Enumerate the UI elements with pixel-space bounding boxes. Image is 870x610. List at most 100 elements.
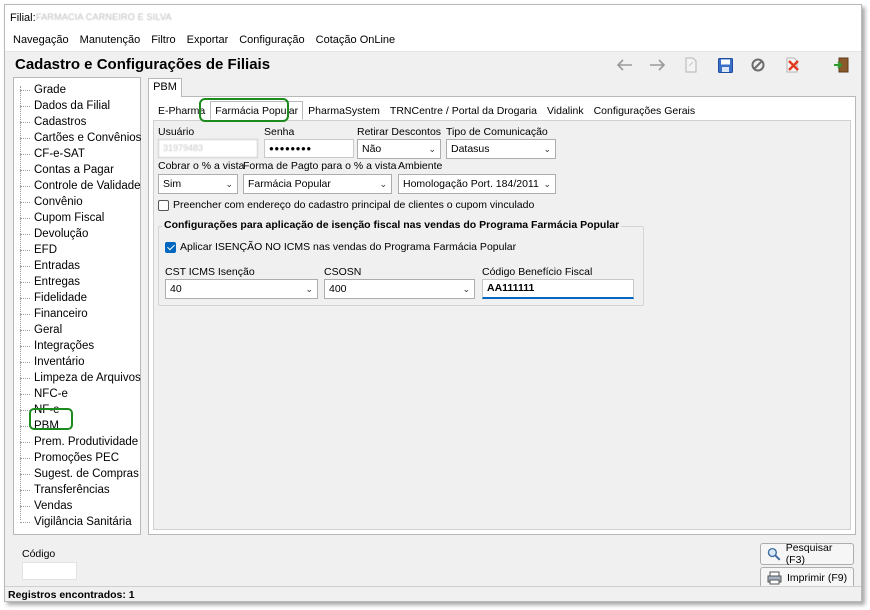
- senha-input[interactable]: ●●●●●●●●: [264, 139, 354, 158]
- menu-bar: Navegação Manutenção Filtro Exportar Con…: [5, 31, 861, 51]
- sidebar-item-cupom-fiscal[interactable]: Cupom Fiscal: [14, 210, 142, 226]
- isencao-fiscal-group-title: Configurações para aplicação de isenção …: [162, 219, 622, 231]
- cst-icms-label: CST ICMS Isenção: [165, 266, 255, 278]
- tab-vidalink[interactable]: Vidalink: [542, 101, 589, 120]
- sidebar-item-contas-a-pagar[interactable]: Contas a Pagar: [14, 162, 142, 178]
- retirar-descontos-value: Não: [362, 143, 382, 155]
- csosn-select[interactable]: 400 ⌄: [324, 279, 475, 299]
- senha-label: Senha: [264, 126, 295, 138]
- delete-icon[interactable]: [783, 57, 801, 73]
- sidebar-item-financeiro[interactable]: Financeiro: [14, 306, 142, 322]
- cst-icms-value: 40: [170, 283, 182, 295]
- tab-configuracoes-gerais[interactable]: Configurações Gerais: [589, 101, 701, 120]
- chevron-down-icon: ⌄: [225, 179, 233, 189]
- menu-manutencao[interactable]: Manutenção: [80, 31, 141, 51]
- sidebar-item-transferencias[interactable]: Transferências: [14, 482, 142, 498]
- sidebar-item-efd[interactable]: EFD: [14, 242, 142, 258]
- aplicar-isencao-label: Aplicar ISENÇÃO NO ICMS nas vendas do Pr…: [180, 241, 517, 253]
- pesquisar-label: Pesquisar (F3): [785, 542, 833, 566]
- sidebar-item-vendas[interactable]: Vendas: [14, 498, 142, 514]
- save-icon[interactable]: [716, 57, 734, 73]
- sidebar-item-convenio[interactable]: Convênio: [14, 194, 142, 210]
- arrow-right-icon[interactable]: [648, 57, 666, 73]
- sidebar-tree: Grade Dados da Filial Cadastros Cartões …: [13, 77, 141, 535]
- pesquisar-button[interactable]: Pesquisar (F3): [760, 542, 854, 566]
- new-document-icon[interactable]: [682, 57, 700, 73]
- bottom-bar: Código Pesquisar (F3) Imprimir (F9): [5, 535, 861, 591]
- page-title: Cadastro e Configurações de Filiais: [15, 56, 271, 73]
- csosn-value: 400: [329, 283, 347, 295]
- sidebar-item-vigilancia-sanitaria[interactable]: Vigilância Sanitária: [14, 514, 142, 530]
- tipo-comunicacao-value: Datasus: [451, 143, 490, 155]
- sidebar-item-sugest-de-compras[interactable]: Sugest. de Compras: [14, 466, 142, 482]
- sidebar-item-entregas[interactable]: Entregas: [14, 274, 142, 290]
- chevron-down-icon: ⌄: [305, 284, 313, 294]
- chevron-down-icon: ⌄: [428, 144, 436, 154]
- codigo-label: Código: [22, 548, 56, 560]
- menu-navegacao[interactable]: Navegação: [13, 31, 69, 51]
- chevron-down-icon: ⌄: [462, 284, 470, 294]
- pbm-subtabs: E-Pharma Farmácia Popular PharmaSystem T…: [153, 101, 700, 121]
- codigo-input[interactable]: [22, 562, 77, 580]
- menu-configuracao[interactable]: Configuração: [239, 31, 304, 51]
- tab-pbm[interactable]: PBM: [148, 78, 182, 97]
- tab-trncentre-portal-da-drogaria[interactable]: TRNCentre / Portal da Drogaria: [385, 101, 542, 120]
- usuario-label: Usuário: [158, 126, 195, 138]
- cst-icms-select[interactable]: 40 ⌄: [165, 279, 318, 299]
- sidebar-item-devolucao[interactable]: Devolução: [14, 226, 142, 242]
- exit-icon[interactable]: [832, 57, 850, 73]
- sidebar-item-fidelidade[interactable]: Fidelidade: [14, 290, 142, 306]
- sidebar-item-limpeza-de-arquivos[interactable]: Limpeza de Arquivos: [14, 370, 142, 386]
- sidebar-item-integracoes[interactable]: Integrações: [14, 338, 142, 354]
- aplicar-isencao-checkbox[interactable]: [165, 242, 176, 253]
- tipo-comunicacao-select[interactable]: Datasus ⌄: [446, 139, 556, 159]
- sidebar-item-grade[interactable]: Grade: [14, 82, 142, 98]
- sidebar-item-promocoes-pec[interactable]: Promoções PEC: [14, 450, 142, 466]
- sidebar-item-cadastros[interactable]: Cadastros: [14, 114, 142, 130]
- retirar-descontos-label: Retirar Descontos: [357, 126, 442, 138]
- printer-icon: [767, 571, 782, 585]
- main-window: Filial: FARMACIA CARNEIRO E SILVA Navega…: [4, 4, 862, 602]
- csosn-label: CSOSN: [324, 266, 362, 278]
- forma-pagto-select[interactable]: Farmácia Popular ⌄: [243, 174, 392, 194]
- filial-label: Filial:: [10, 12, 36, 24]
- sidebar-item-cartoes-e-convenios[interactable]: Cartões e Convênios: [14, 130, 142, 146]
- retirar-descontos-select[interactable]: Não ⌄: [357, 139, 441, 159]
- menu-cotacao-online[interactable]: Cotação OnLine: [316, 31, 396, 51]
- menu-filtro[interactable]: Filtro: [151, 31, 175, 51]
- sidebar-item-nfc-e[interactable]: NFC-e: [14, 386, 142, 402]
- sidebar-item-inventario[interactable]: Inventário: [14, 354, 142, 370]
- cancel-icon[interactable]: [749, 57, 767, 73]
- forma-pagto-value: Farmácia Popular: [248, 178, 331, 190]
- sidebar-item-cfe-sat[interactable]: CF-e-SAT: [14, 146, 142, 162]
- ambiente-value: Homologação Port. 184/2011: [403, 178, 539, 190]
- codigo-beneficio-label: Código Benefício Fiscal: [482, 266, 593, 278]
- tab-e-pharma[interactable]: E-Pharma: [153, 101, 210, 120]
- chevron-down-icon: ⌄: [379, 179, 387, 189]
- pbm-panel: E-Pharma Farmácia Popular PharmaSystem T…: [148, 96, 856, 535]
- filial-value: FARMACIA CARNEIRO E SILVA: [36, 12, 172, 22]
- arrow-left-icon[interactable]: [616, 57, 634, 73]
- cobrar-select[interactable]: Sim ⌄: [158, 174, 238, 194]
- search-icon: [767, 547, 781, 561]
- sidebar-item-controle-de-validade[interactable]: Controle de Validade: [14, 178, 142, 194]
- tab-farmacia-popular[interactable]: Farmácia Popular: [210, 101, 304, 120]
- tab-pharmasystem[interactable]: PharmaSystem: [303, 101, 385, 120]
- title-bar: Filial: FARMACIA CARNEIRO E SILVA: [5, 5, 861, 31]
- pbm-highlight-marker: [29, 408, 73, 430]
- tipo-comunicacao-label: Tipo de Comunicação: [446, 126, 548, 138]
- sidebar-item-prem-produtividade[interactable]: Prem. Produtividade: [14, 434, 142, 450]
- codigo-beneficio-input[interactable]: AA111111: [482, 279, 634, 299]
- status-bar: Registros encontrados: 1: [5, 586, 861, 601]
- sidebar-item-dados-da-filial[interactable]: Dados da Filial: [14, 98, 142, 114]
- ambiente-select[interactable]: Homologação Port. 184/2011 ⌄: [398, 174, 556, 194]
- sidebar-item-entradas[interactable]: Entradas: [14, 258, 142, 274]
- preencher-checkbox[interactable]: [158, 200, 169, 211]
- cobrar-label: Cobrar o % a vista: [158, 160, 245, 172]
- cobrar-value: Sim: [163, 178, 182, 190]
- page-header: Cadastro e Configurações de Filiais: [5, 51, 861, 77]
- menu-exportar[interactable]: Exportar: [187, 31, 229, 51]
- sidebar-item-geral[interactable]: Geral: [14, 322, 142, 338]
- usuario-input[interactable]: 31979483: [158, 139, 258, 158]
- ambiente-label: Ambiente: [398, 160, 443, 172]
